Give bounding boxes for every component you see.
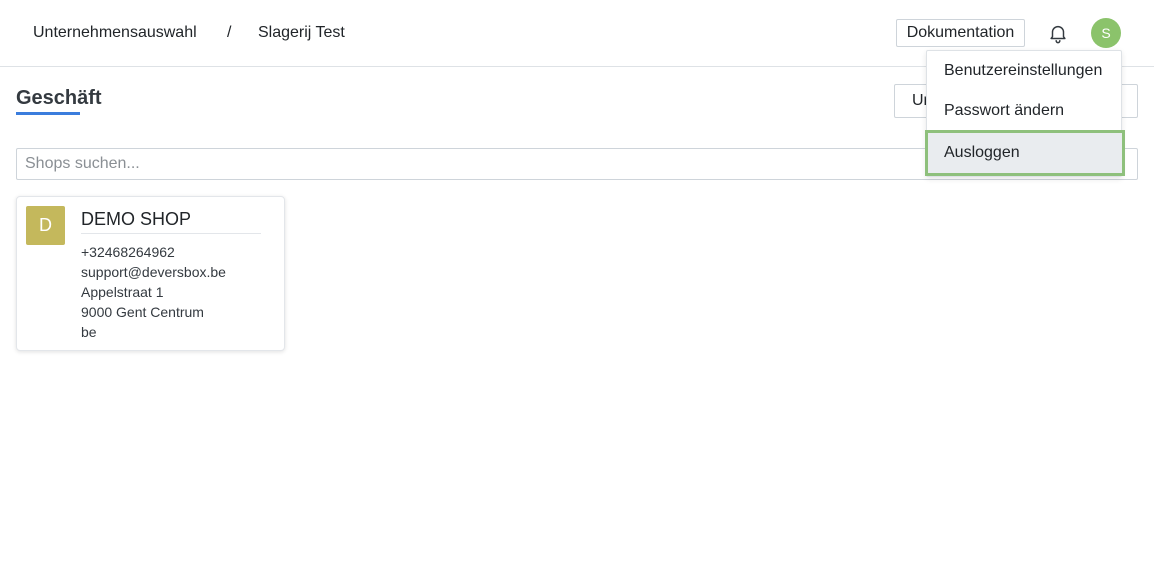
- breadcrumb-current-company[interactable]: Slagerij Test: [258, 24, 345, 42]
- menu-item-change-password[interactable]: Passwort ändern: [927, 91, 1123, 131]
- shop-name: DEMO SHOP: [81, 209, 192, 229]
- shop-divider: [81, 233, 261, 234]
- shop-initial-badge: D: [26, 206, 65, 245]
- shop-city: 9000 Gent Centrum: [81, 304, 204, 320]
- page-title: Geschäft: [16, 87, 102, 109]
- bell-icon[interactable]: [1047, 22, 1069, 44]
- shop-country: be: [81, 324, 97, 340]
- user-menu-dropdown: Benutzereinstellungen Passwort ändern Au…: [925, 50, 1125, 177]
- breadcrumb-separator: /: [227, 24, 232, 41]
- shop-phone: +32468264962: [81, 244, 175, 260]
- user-avatar[interactable]: S: [1091, 18, 1121, 48]
- shop-email: support@deversbox.be: [81, 264, 226, 280]
- documentation-button[interactable]: Dokumentation: [896, 19, 1025, 47]
- breadcrumb-company-selection[interactable]: Unternehmensauswahl: [33, 24, 197, 42]
- menu-item-user-settings[interactable]: Benutzereinstellungen: [927, 51, 1123, 91]
- shop-street: Appelstraat 1: [81, 284, 164, 300]
- shop-card[interactable]: D DEMO SHOP +32468264962 support@deversb…: [16, 196, 285, 351]
- title-underline: [16, 112, 80, 115]
- menu-item-logout[interactable]: Ausloggen: [925, 130, 1125, 176]
